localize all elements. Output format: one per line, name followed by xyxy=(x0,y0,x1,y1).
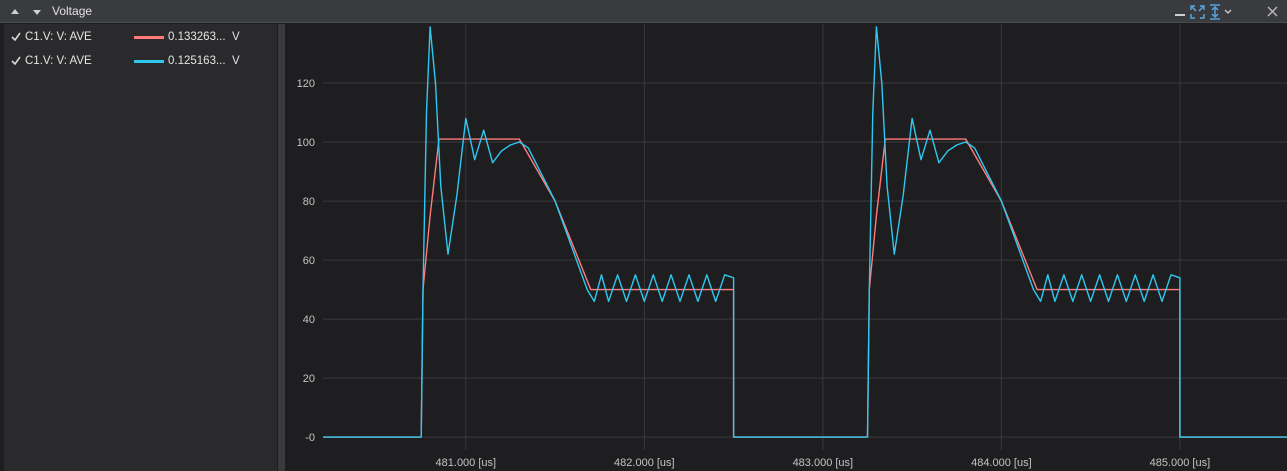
legend-item[interactable]: C1.V: V: AVE 0.125163... V xyxy=(4,53,277,71)
x-tick-label: 481.000 [us] xyxy=(436,457,497,469)
y-tick-label: 60 xyxy=(303,255,315,267)
fit-all-icon[interactable] xyxy=(1190,5,1205,19)
y-tick-label: -0 xyxy=(305,432,315,444)
legend-series-name: C1.V: V: AVE xyxy=(25,31,92,43)
legend-series-name: C1.V: V: AVE xyxy=(25,55,92,67)
triangle-down-icon[interactable] xyxy=(30,0,44,23)
x-tick-label: 482.000 [us] xyxy=(614,457,675,469)
panel-title: Voltage xyxy=(52,4,93,18)
triangle-up-icon[interactable] xyxy=(8,0,22,23)
legend-series-value: 0.125163... xyxy=(168,55,226,67)
legend-series-value: 0.133263... xyxy=(168,31,226,43)
voltage-chart[interactable]: -0 20 40 60 80 100 120 481.000 [us] 482.000 [us… xyxy=(285,24,1287,471)
panel-splitter[interactable] xyxy=(278,24,285,471)
legend-color-swatch xyxy=(134,36,164,39)
y-tick-label: 100 xyxy=(297,137,315,149)
legend-panel: C1.V: V: AVE 0.133263... V C1.V: V: AVE … xyxy=(4,24,277,471)
legend-item[interactable]: C1.V: V: AVE 0.133263... V xyxy=(4,29,277,47)
y-tick-label: 80 xyxy=(303,196,315,208)
window-buttons xyxy=(1167,0,1287,23)
y-tick-label: 40 xyxy=(303,314,315,326)
fit-vertical-icon[interactable] xyxy=(1210,4,1220,20)
dropdown-chevron-icon[interactable] xyxy=(1224,9,1232,14)
x-tick-label: 485.000 [us] xyxy=(1150,457,1211,469)
x-tick-label: 483.000 [us] xyxy=(793,457,854,469)
x-tick-label: 484.000 [us] xyxy=(971,457,1032,469)
checkmark-icon[interactable] xyxy=(10,31,22,43)
y-tick-label: 20 xyxy=(303,373,315,385)
panel-titlebar: Voltage xyxy=(0,0,1287,23)
legend-series-unit: V xyxy=(232,55,240,67)
legend-color-swatch xyxy=(134,60,164,63)
close-icon[interactable] xyxy=(1267,6,1278,17)
checkmark-icon[interactable] xyxy=(10,55,22,67)
y-tick-label: 120 xyxy=(297,78,315,90)
legend-series-unit: V xyxy=(232,31,240,43)
minimize-icon[interactable] xyxy=(1175,14,1185,16)
